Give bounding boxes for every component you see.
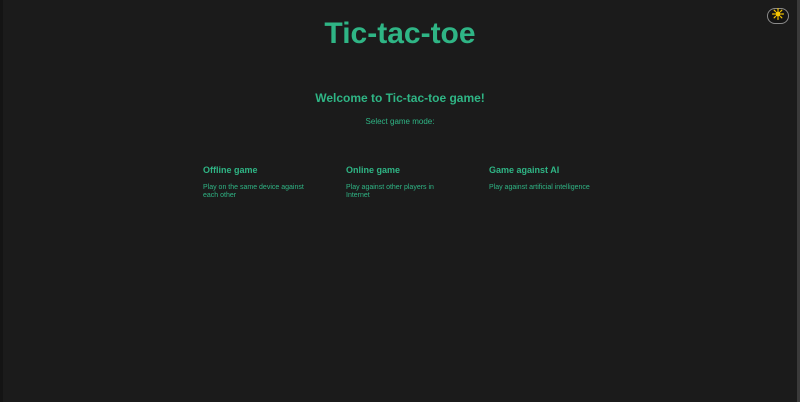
mode-description: Play against other players in Internet — [346, 184, 434, 199]
theme-toggle-button[interactable] — [767, 8, 789, 24]
page-title: Tic-tac-toe — [324, 17, 476, 50]
mode-title: Offline game — [203, 165, 258, 175]
left-border — [0, 0, 3, 402]
mode-game-against-ai[interactable]: Game against AI Play against artificial … — [489, 164, 619, 192]
mode-description: Play on the same device against each oth… — [203, 184, 304, 199]
welcome-heading: Welcome to Tic-tac-toe game! — [315, 91, 485, 105]
page: Tic-tac-toe Welcome to Tic-tac-toe game!… — [0, 0, 800, 402]
mode-description: Play against artificial intelligence — [489, 184, 590, 191]
mode-title: Game against AI — [489, 165, 560, 175]
mode-online-game[interactable]: Online game Play against other players i… — [346, 164, 458, 200]
select-mode-label: Select game mode: — [365, 117, 435, 126]
mode-offline-game[interactable]: Offline game Play on the same device aga… — [203, 164, 315, 200]
mode-title: Online game — [346, 165, 401, 175]
sun-icon — [772, 7, 784, 25]
